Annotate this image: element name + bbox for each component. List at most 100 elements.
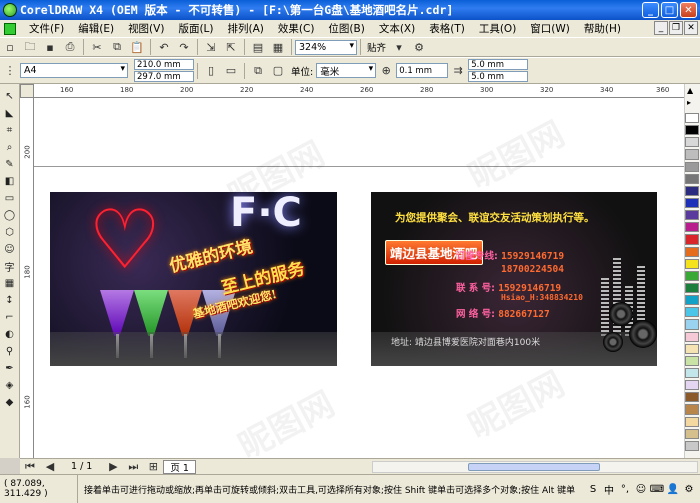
horizontal-scrollbar[interactable]: [372, 461, 698, 473]
color-swatch[interactable]: [685, 428, 699, 439]
shape-tool-icon[interactable]: ◣: [2, 106, 18, 121]
menu-effects[interactable]: 效果(C): [271, 21, 322, 36]
pick-tool-icon[interactable]: ↖: [2, 89, 18, 104]
color-swatch[interactable]: [685, 222, 699, 233]
snap-dropdown-arrow-icon[interactable]: ▾: [390, 39, 408, 55]
color-swatch[interactable]: [685, 416, 699, 427]
menu-layout[interactable]: 版面(L): [171, 21, 220, 36]
ime-keyboard-icon[interactable]: ⌨: [650, 482, 664, 496]
connector-tool-icon[interactable]: ⌐: [2, 310, 18, 325]
drawing-canvas[interactable]: 昵图网 昵图网 昵图网 昵图网 ♡ F·C 优雅的环境 至上的服务 基地酒吧欢迎…: [34, 98, 684, 458]
zoom-tool-icon[interactable]: ⌕: [2, 140, 18, 155]
color-swatch[interactable]: [685, 234, 699, 245]
options-icon[interactable]: ⚙: [410, 39, 428, 55]
zoom-level-dropdown[interactable]: 324%: [295, 39, 357, 55]
freehand-tool-icon[interactable]: ✎: [2, 157, 18, 172]
color-swatch[interactable]: [685, 392, 699, 403]
menu-edit[interactable]: 编辑(E): [71, 21, 121, 36]
current-page-icon[interactable]: ▢: [269, 63, 287, 79]
first-page-icon[interactable]: ⏮: [21, 459, 39, 475]
menu-file[interactable]: 文件(F): [22, 21, 71, 36]
landscape-icon[interactable]: ▭: [222, 63, 240, 79]
snap-to-dropdown[interactable]: 贴齐: [364, 40, 389, 54]
color-swatch[interactable]: [685, 113, 699, 124]
copy-icon[interactable]: ⧉: [108, 39, 126, 55]
ime-emoji-icon[interactable]: ☺: [634, 482, 648, 496]
next-page-icon[interactable]: ▶: [104, 459, 122, 475]
horizontal-scroll-thumb[interactable]: [468, 463, 600, 471]
app-launcher-icon[interactable]: ▤: [249, 39, 267, 55]
ime-punctuation-icon[interactable]: °,: [618, 482, 632, 496]
color-swatch[interactable]: [685, 440, 699, 451]
page-tab-1[interactable]: 页 1: [163, 459, 196, 474]
document-icon[interactable]: [4, 22, 16, 35]
all-pages-icon[interactable]: ⧉: [249, 63, 267, 79]
scroll-up-icon[interactable]: ▲: [687, 86, 693, 95]
color-swatch[interactable]: [685, 137, 699, 148]
palette-flyout-icon[interactable]: ▸: [687, 98, 691, 107]
business-card-front[interactable]: ♡ F·C 优雅的环境 至上的服务 基地酒吧欢迎您!: [50, 192, 337, 366]
ime-logo-icon[interactable]: S: [586, 482, 600, 496]
color-swatch[interactable]: [685, 295, 699, 306]
minimize-button[interactable]: _: [642, 2, 659, 18]
menu-view[interactable]: 视图(V): [121, 21, 171, 36]
color-swatch[interactable]: [685, 246, 699, 257]
blend-tool-icon[interactable]: ◐: [2, 327, 18, 342]
previous-page-icon[interactable]: ◀: [41, 459, 59, 475]
import-icon[interactable]: ⇲: [202, 39, 220, 55]
table-tool-icon[interactable]: ▦: [2, 276, 18, 291]
horizontal-ruler[interactable]: 160 180 200 220 240 260 280 300 320 340 …: [20, 84, 684, 98]
color-swatch[interactable]: [685, 173, 699, 184]
menu-tools[interactable]: 工具(O): [472, 21, 523, 36]
print-icon[interactable]: ⎙: [61, 39, 79, 55]
color-swatch[interactable]: [685, 185, 699, 196]
units-dropdown[interactable]: 毫米: [316, 63, 377, 78]
color-swatch[interactable]: [685, 380, 699, 391]
color-swatch[interactable]: [685, 125, 699, 136]
undo-icon[interactable]: ↶: [155, 39, 173, 55]
duplicate-y-field[interactable]: 5.0 mm: [468, 71, 529, 82]
welcome-screen-icon[interactable]: ▦: [269, 39, 287, 55]
menu-table[interactable]: 表格(T): [422, 21, 472, 36]
color-swatch[interactable]: [685, 355, 699, 366]
menu-window[interactable]: 窗口(W): [523, 21, 577, 36]
maximize-button[interactable]: □: [661, 2, 678, 18]
page-height-field[interactable]: 297.0 mm: [134, 71, 194, 82]
ime-settings-icon[interactable]: ⚙: [682, 482, 696, 496]
color-swatch[interactable]: [685, 270, 699, 281]
redo-icon[interactable]: ↷: [175, 39, 193, 55]
ellipse-tool-icon[interactable]: ◯: [2, 208, 18, 223]
page-width-field[interactable]: 210.0 mm: [134, 59, 194, 70]
crop-tool-icon[interactable]: ⌗: [2, 123, 18, 138]
menu-bitmaps[interactable]: 位图(B): [321, 21, 371, 36]
text-tool-icon[interactable]: 字: [2, 259, 18, 274]
color-swatch[interactable]: [685, 149, 699, 160]
eyedropper-tool-icon[interactable]: ⚲: [2, 344, 18, 359]
color-swatch[interactable]: [685, 367, 699, 379]
color-swatch[interactable]: [685, 210, 699, 221]
duplicate-x-field[interactable]: 5.0 mm: [468, 59, 529, 70]
ime-mode-icon[interactable]: 中: [602, 482, 616, 497]
polygon-tool-icon[interactable]: ⬡: [2, 225, 18, 240]
ruler-origin-corner[interactable]: [20, 84, 34, 98]
ime-user-icon[interactable]: 👤: [666, 482, 680, 496]
doc-minimize-button[interactable]: _: [654, 21, 668, 35]
color-swatch[interactable]: [685, 161, 699, 172]
color-swatch[interactable]: [685, 258, 699, 269]
rectangle-tool-icon[interactable]: ▭: [2, 191, 18, 206]
color-swatch[interactable]: [685, 404, 699, 415]
color-swatch[interactable]: [685, 282, 699, 294]
close-button[interactable]: ✕: [680, 2, 697, 18]
open-folder-icon[interactable]: 🗀: [21, 39, 39, 55]
fill-tool-icon[interactable]: ◈: [2, 378, 18, 393]
export-icon[interactable]: ⇱: [222, 39, 240, 55]
color-swatch[interactable]: [685, 343, 699, 354]
cut-icon[interactable]: ✂: [88, 39, 106, 55]
color-swatch[interactable]: [685, 331, 699, 342]
paper-size-dropdown[interactable]: A4: [20, 63, 128, 78]
menu-arrange[interactable]: 排列(A): [221, 21, 271, 36]
coreldraw-app-icon[interactable]: [3, 3, 17, 17]
nudge-distance-field[interactable]: 0.1 mm: [396, 63, 449, 78]
add-page-icon[interactable]: ⊞: [144, 459, 162, 475]
doc-restore-button[interactable]: ❐: [669, 21, 683, 35]
